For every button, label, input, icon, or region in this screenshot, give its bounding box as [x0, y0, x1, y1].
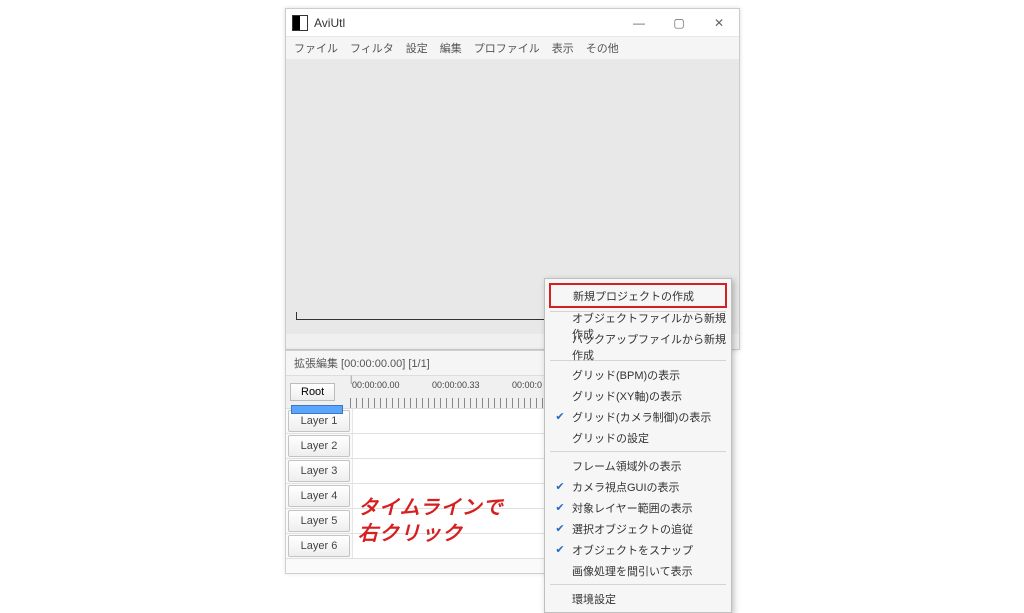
- menu-edit[interactable]: 編集: [440, 40, 462, 56]
- layer-label[interactable]: Layer 2: [288, 435, 350, 457]
- layer-track[interactable]: [352, 509, 549, 533]
- menubar: ファイル フィルタ 設定 編集 プロファイル 表示 その他: [286, 37, 739, 59]
- context-menu-item[interactable]: グリッド(BPM)の表示: [548, 364, 728, 385]
- layer-track[interactable]: [352, 459, 549, 483]
- timeline-window: 拡張編集 [00:00:00.00] [1/1] Root | 00:00:00…: [285, 350, 550, 574]
- root-button[interactable]: Root: [290, 383, 335, 401]
- window-controls: — ▢ ✕: [619, 9, 739, 37]
- context-menu-label: フレーム領域外の表示: [572, 458, 682, 474]
- layer-label[interactable]: Layer 4: [288, 485, 350, 507]
- timeline-header: Root | 00:00:00.00 00:00:00.33 00:00:0: [286, 375, 549, 409]
- check-icon: ✔: [553, 542, 567, 556]
- layer-track[interactable]: [352, 484, 549, 508]
- context-menu: 新規プロジェクトの作成オブジェクトファイルから新規作成バックアップファイルから新…: [544, 278, 732, 613]
- context-menu-item[interactable]: ✔ 選択オブジェクトの追従: [548, 518, 728, 539]
- context-menu-label: バックアップファイルから新規作成: [572, 331, 728, 363]
- context-menu-label: 環境設定: [572, 591, 616, 607]
- context-menu-item[interactable]: ✔ 対象レイヤー範囲の表示: [548, 497, 728, 518]
- context-menu-label: オブジェクトをスナップ: [572, 542, 693, 558]
- context-menu-item[interactable]: ✔ グリッド(カメラ制御)の表示: [548, 406, 728, 427]
- context-menu-label: グリッド(XY軸)の表示: [572, 388, 682, 404]
- layer-row: Layer 4: [286, 484, 549, 509]
- layer-track[interactable]: [352, 434, 549, 458]
- minimize-button[interactable]: —: [619, 9, 659, 37]
- menu-profile[interactable]: プロファイル: [474, 40, 540, 56]
- context-menu-item[interactable]: フレーム領域外の表示: [548, 455, 728, 476]
- menu-separator: [550, 451, 726, 452]
- menu-other[interactable]: その他: [586, 40, 619, 56]
- time-ruler[interactable]: | 00:00:00.00 00:00:00.33 00:00:0: [350, 376, 549, 408]
- context-menu-item[interactable]: ✔ オブジェクトをスナップ: [548, 539, 728, 560]
- maximize-button[interactable]: ▢: [659, 9, 699, 37]
- app-title: AviUtl: [314, 16, 619, 30]
- layer-label[interactable]: Layer 6: [288, 535, 350, 557]
- check-icon: ✔: [553, 521, 567, 535]
- context-menu-item[interactable]: 環境設定: [548, 588, 728, 609]
- check-icon: ✔: [553, 479, 567, 493]
- timeline-title: 拡張編集 [00:00:00.00] [1/1]: [286, 351, 549, 375]
- timeline-bracket: [296, 312, 546, 320]
- menu-filter[interactable]: フィルタ: [350, 40, 394, 56]
- menu-view[interactable]: 表示: [552, 40, 574, 56]
- layer-track[interactable]: [352, 409, 549, 433]
- layer-track[interactable]: [352, 534, 549, 558]
- menu-file[interactable]: ファイル: [294, 40, 338, 56]
- layer-row: Layer 5: [286, 509, 549, 534]
- context-menu-label: 対象レイヤー範囲の表示: [572, 500, 693, 516]
- ruler-ts-0: 00:00:00.00: [352, 380, 400, 390]
- context-menu-item[interactable]: 画像処理を間引いて表示: [548, 560, 728, 581]
- context-menu-item[interactable]: バックアップファイルから新規作成: [548, 336, 728, 357]
- scale-bar[interactable]: [291, 405, 343, 414]
- context-menu-label: グリッドの設定: [572, 430, 649, 446]
- ruler-ts-2: 00:00:0: [512, 380, 542, 390]
- check-icon: ✔: [553, 409, 567, 423]
- context-menu-label: カメラ視点GUIの表示: [572, 479, 680, 495]
- layer-list: Layer 1 Layer 2 Layer 3 Layer 4 Layer 5 …: [286, 409, 549, 559]
- app-icon: [292, 15, 308, 31]
- layer-row: Layer 2: [286, 434, 549, 459]
- check-icon: ✔: [553, 500, 567, 514]
- layer-label[interactable]: Layer 5: [288, 510, 350, 532]
- titlebar[interactable]: AviUtl — ▢ ✕: [286, 9, 739, 37]
- context-menu-item[interactable]: ✔ カメラ視点GUIの表示: [548, 476, 728, 497]
- context-menu-item[interactable]: グリッドの設定: [548, 427, 728, 448]
- menu-separator: [550, 584, 726, 585]
- menu-settings[interactable]: 設定: [406, 40, 428, 56]
- ruler-ts-1: 00:00:00.33: [432, 380, 480, 390]
- context-menu-label: 画像処理を間引いて表示: [572, 563, 693, 579]
- context-menu-item[interactable]: 新規プロジェクトの作成: [549, 283, 727, 308]
- context-menu-label: 選択オブジェクトの追従: [572, 521, 693, 537]
- context-menu-label: グリッド(BPM)の表示: [572, 367, 680, 383]
- layer-row: Layer 3: [286, 459, 549, 484]
- context-menu-item[interactable]: グリッド(XY軸)の表示: [548, 385, 728, 406]
- context-menu-label: グリッド(カメラ制御)の表示: [572, 409, 711, 425]
- layer-row: Layer 6: [286, 534, 549, 559]
- close-button[interactable]: ✕: [699, 9, 739, 37]
- context-menu-label: 新規プロジェクトの作成: [573, 288, 694, 304]
- layer-label[interactable]: Layer 3: [288, 460, 350, 482]
